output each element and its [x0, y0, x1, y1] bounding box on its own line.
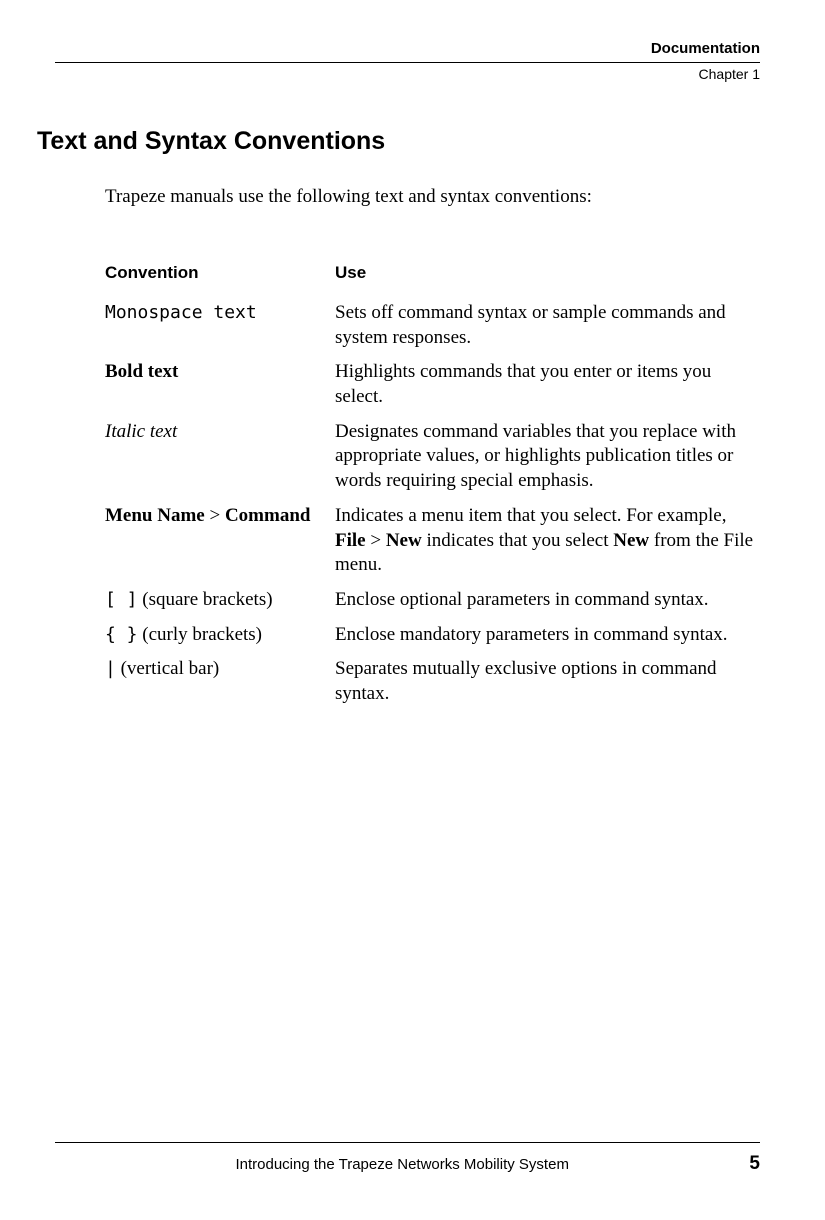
table-header-row: Convention Use: [105, 263, 760, 301]
conventions-table: Convention Use Monospace text Sets off c…: [105, 263, 760, 717]
convention-cell: [ ] (square brackets): [105, 588, 335, 623]
table-row: Italic text Designates command variables…: [105, 420, 760, 504]
pipe-desc: (vertical bar): [116, 658, 219, 679]
convention-cell: | (vertical bar): [105, 657, 335, 716]
table-row: Menu Name > Command Indicates a menu ite…: [105, 504, 760, 588]
header-title: Documentation: [55, 40, 760, 60]
use-text: indicates that you select: [422, 530, 614, 551]
use-cell: Highlights commands that you enter or it…: [335, 360, 760, 419]
table-row: | (vertical bar) Separates mutually excl…: [105, 657, 760, 716]
convention-cell: Bold text: [105, 360, 335, 419]
convention-cell: Menu Name > Command: [105, 504, 335, 588]
italic-label: Italic text: [105, 421, 177, 442]
header-rule: [55, 62, 760, 63]
menu-sep: >: [205, 505, 225, 526]
footer-rule: [55, 1142, 760, 1143]
use-cell: Enclose mandatory parameters in command …: [335, 623, 760, 658]
table-row: { } (curly brackets) Enclose mandatory p…: [105, 623, 760, 658]
table-row: Bold text Highlights commands that you e…: [105, 360, 760, 419]
section-heading: Text and Syntax Conventions: [37, 127, 760, 156]
bracket-label: [ ]: [105, 589, 138, 610]
bracket-desc: (square brackets): [138, 589, 273, 610]
monospace-label: Monospace text: [105, 302, 257, 323]
use-cell: Indicates a menu item that you select. F…: [335, 504, 760, 588]
use-bold: New: [613, 530, 649, 551]
use-bold: File: [335, 530, 366, 551]
page-footer: Introducing the Trapeze Networks Mobilit…: [55, 1142, 760, 1175]
convention-cell: { } (curly brackets): [105, 623, 335, 658]
header-chapter: Chapter 1: [55, 66, 760, 82]
convention-cell: Italic text: [105, 420, 335, 504]
pipe-label: |: [105, 658, 116, 679]
use-cell: Designates command variables that you re…: [335, 420, 760, 504]
use-cell: Separates mutually exclusive options in …: [335, 657, 760, 716]
bold-label: Bold text: [105, 361, 178, 382]
footer-content: Introducing the Trapeze Networks Mobilit…: [55, 1153, 760, 1175]
menu-command-label: Command: [225, 505, 311, 526]
use-cell: Sets off command syntax or sample comman…: [335, 301, 760, 360]
convention-cell: Monospace text: [105, 301, 335, 360]
footer-text: Introducing the Trapeze Networks Mobilit…: [55, 1156, 749, 1173]
use-cell: Enclose optional parameters in command s…: [335, 588, 760, 623]
table-row: [ ] (square brackets) Enclose optional p…: [105, 588, 760, 623]
brace-label: { }: [105, 624, 138, 645]
page-header: Documentation Chapter 1: [55, 40, 760, 82]
brace-desc: (curly brackets): [138, 624, 263, 645]
intro-paragraph: Trapeze manuals use the following text a…: [105, 186, 760, 208]
table-row: Monospace text Sets off command syntax o…: [105, 301, 760, 360]
page-number: 5: [749, 1153, 760, 1175]
use-bold: New: [386, 530, 422, 551]
menu-name-label: Menu Name: [105, 505, 205, 526]
use-text: Indicates a menu item that you select. F…: [335, 505, 727, 526]
col-header-convention: Convention: [105, 263, 335, 301]
use-text: >: [366, 530, 386, 551]
col-header-use: Use: [335, 263, 760, 301]
